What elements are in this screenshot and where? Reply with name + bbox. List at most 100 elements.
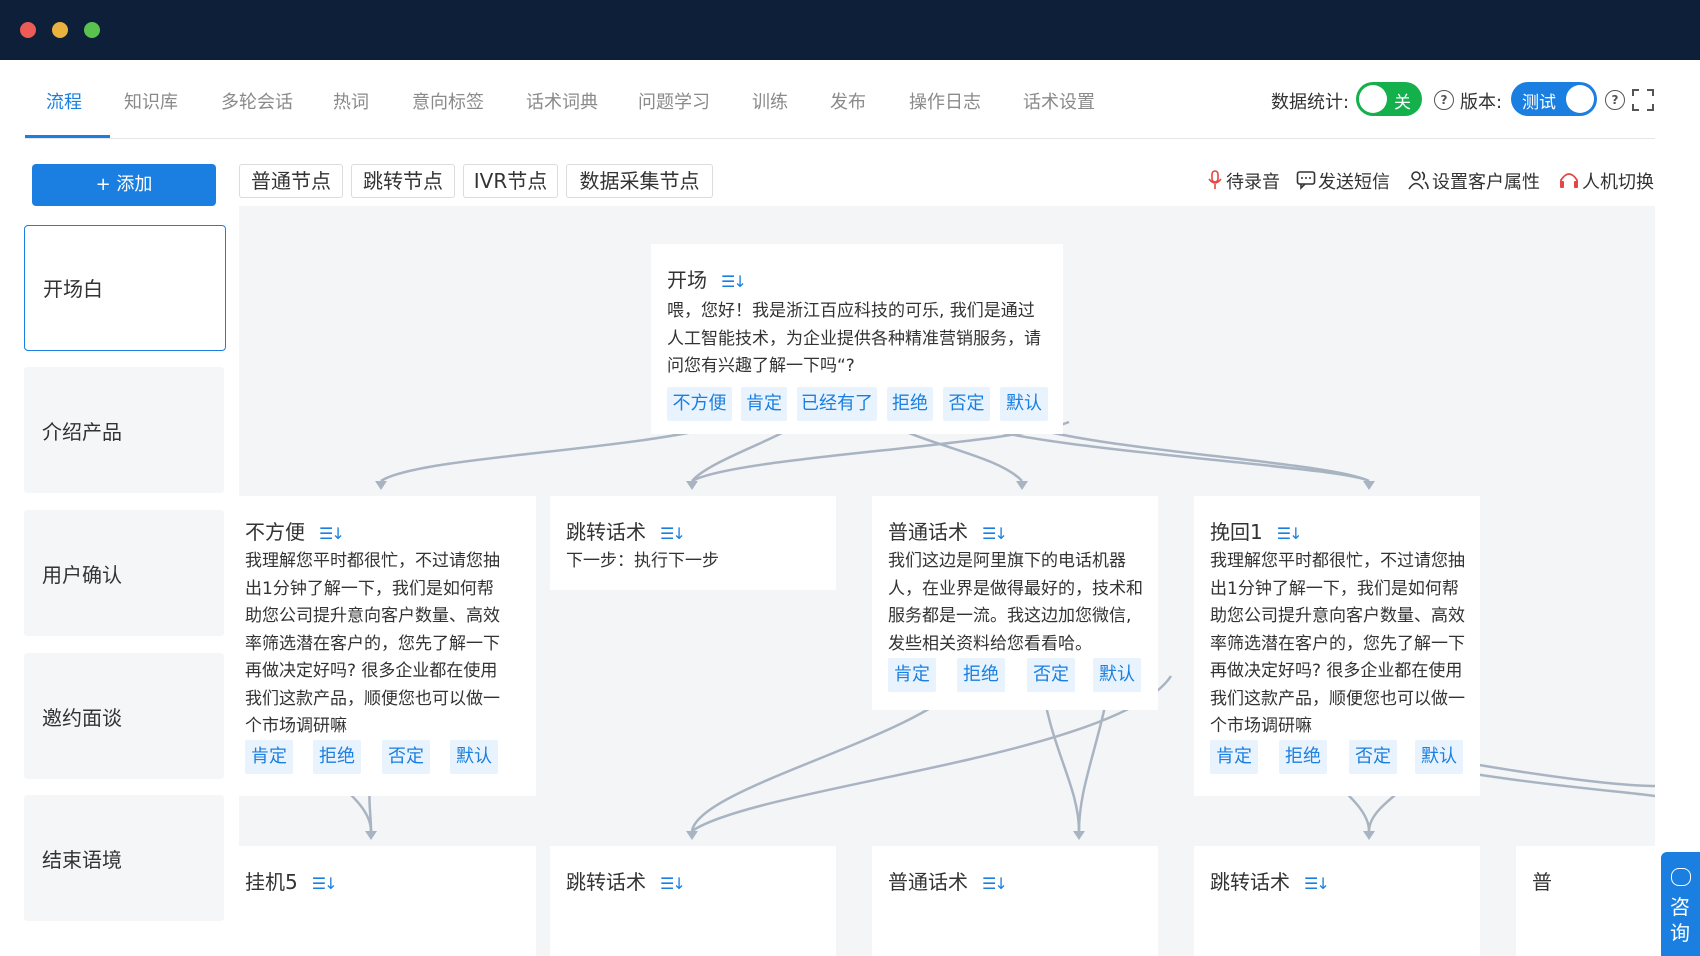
user-attribute-icon — [1408, 171, 1429, 190]
node-title-text: 开场 — [667, 268, 707, 292]
node-text-line: 服务都是一流。我这边加您微信, — [888, 606, 1132, 626]
node-title-text: 跳转话术 — [1210, 870, 1290, 894]
node-text-line: 我们这款产品，顺便您也可以做一 — [1210, 688, 1465, 709]
node-title-text: 挽回1 — [1210, 520, 1263, 544]
node-text-line: 我们这款产品，顺便您也可以做一 — [245, 688, 500, 709]
fullscreen-icon[interactable] — [1631, 88, 1655, 112]
sort-icon[interactable]: ☰↓ — [1304, 874, 1330, 893]
node-card-partial[interactable]: 普 — [1516, 846, 1655, 956]
branch-tag[interactable]: 肯定 — [741, 387, 787, 421]
minimize-window-icon[interactable] — [52, 22, 68, 38]
node-text-line: 我们这边是阿里旗下的电话机器 — [888, 551, 1126, 571]
node-text-line: 助您公司提升意向客户数量、高效 — [245, 606, 500, 626]
version-toggle-label: 测试 — [1522, 93, 1556, 113]
node-card-jump-script[interactable]: 跳转话术 ☰↓ 下一步：执行下一步 — [550, 496, 836, 590]
branch-tag[interactable]: 默认 — [450, 740, 498, 774]
node-card-jump-script[interactable]: 跳转话术 ☰↓ — [550, 846, 836, 956]
window-titlebar — [0, 0, 1700, 60]
node-text-line: 个市场调研嘛 — [245, 716, 347, 736]
branch-tag[interactable]: 已经有了 — [797, 387, 877, 421]
stage-label: 用户确认 — [42, 563, 122, 587]
stage-user-confirm[interactable]: 用户确认 — [24, 510, 224, 636]
pending-recording-link[interactable]: 待录音 — [1226, 168, 1280, 194]
node-title: 开场 ☰↓ — [667, 264, 747, 293]
node-card-normal-script[interactable]: 普通话术 ☰↓ 我们这边是阿里旗下的电话机器 人，在业界是做得最好的，技术和 服务… — [872, 496, 1158, 710]
ivr-node-button[interactable]: IVR节点 — [463, 164, 558, 198]
stage-label: 介绍产品 — [42, 420, 122, 444]
node-card-inconvenient[interactable]: 不方便 ☰↓ 我理解您平时都很忙，不过请您抽 出1分钟了解一下，我们是如何帮 助您… — [239, 496, 536, 796]
node-text-line: 出1分钟了解一下，我们是如何帮 — [1210, 578, 1459, 599]
sort-icon[interactable]: ☰↓ — [721, 272, 747, 291]
node-card-retain-1[interactable]: 挽回1 ☰↓ 我理解您平时都很忙，不过请您抽 出1分钟了解一下，我们是如何帮 助您… — [1194, 496, 1480, 796]
node-card-hangup-5[interactable]: 挂机5 ☰↓ — [239, 846, 536, 956]
version-label: 版本: — [1460, 92, 1503, 113]
node-title-text: 挂机5 — [245, 870, 298, 894]
branch-tag[interactable]: 肯定 — [888, 658, 936, 692]
help-icon[interactable]: ? — [1605, 90, 1625, 110]
node-title: 跳转话术 ☰↓ — [566, 516, 686, 545]
help-icon[interactable]: ? — [1434, 90, 1454, 110]
node-title-text: 普 — [1532, 870, 1552, 894]
tab-intent-tags[interactable]: 意向标签 — [412, 88, 484, 114]
branch-tag[interactable]: 肯定 — [245, 740, 293, 774]
sort-icon[interactable]: ☰↓ — [319, 524, 345, 543]
node-title: 普通话术 ☰↓ — [888, 866, 1008, 895]
branch-tag[interactable]: 拒绝 — [313, 740, 361, 774]
set-customer-attribute-link[interactable]: 设置客户属性 — [1432, 168, 1540, 194]
tab-training[interactable]: 训练 — [752, 88, 788, 114]
tab-flow[interactable]: 流程 — [46, 88, 82, 114]
version-toggle[interactable]: 测试 — [1511, 82, 1597, 116]
branch-tag[interactable]: 默认 — [1093, 658, 1141, 692]
branch-tag[interactable]: 否定 — [1027, 658, 1075, 692]
branch-tag[interactable]: 默认 — [1000, 387, 1048, 421]
jump-node-button[interactable]: 跳转节点 — [351, 164, 455, 198]
stats-toggle[interactable]: 关 — [1356, 82, 1422, 116]
normal-node-button[interactable]: 普通节点 — [239, 164, 343, 198]
node-content: 喂，您好！我是浙江百应科技的可乐, 我们是通过 人工智能技术，为企业提供各种精准… — [667, 298, 1041, 381]
tab-knowledge-base[interactable]: 知识库 — [124, 88, 178, 114]
stage-closing[interactable]: 结束语境 — [24, 795, 224, 921]
stage-introduce-product[interactable]: 介绍产品 — [24, 367, 224, 493]
stage-label: 开场白 — [43, 277, 103, 301]
sort-icon[interactable]: ☰↓ — [982, 524, 1008, 543]
branch-tag[interactable]: 否定 — [943, 387, 990, 421]
tab-hot-words[interactable]: 热词 — [333, 88, 369, 114]
branch-tag[interactable]: 拒绝 — [957, 658, 1005, 692]
consult-widget[interactable]: 咨询 — [1661, 852, 1700, 956]
tab-operation-log[interactable]: 操作日志 — [909, 88, 981, 114]
branch-tag[interactable]: 拒绝 — [887, 387, 933, 421]
stage-invite-meeting[interactable]: 邀约面谈 — [24, 653, 224, 779]
add-stage-button[interactable]: + 添加 — [32, 164, 216, 206]
close-window-icon[interactable] — [20, 22, 36, 38]
node-card-jump-script[interactable]: 跳转话术 ☰↓ — [1194, 846, 1480, 956]
tab-question-learning[interactable]: 问题学习 — [638, 88, 710, 114]
tab-script-settings[interactable]: 话术设置 — [1023, 88, 1095, 114]
sort-icon[interactable]: ☰↓ — [660, 874, 686, 893]
branch-tag[interactable]: 拒绝 — [1279, 740, 1327, 774]
tab-publish[interactable]: 发布 — [830, 88, 866, 114]
send-sms-link[interactable]: 发送短信 — [1318, 168, 1390, 194]
branch-tag[interactable]: 否定 — [382, 740, 430, 774]
tab-multi-turn[interactable]: 多轮会话 — [221, 88, 293, 114]
node-card-normal-script[interactable]: 普通话术 ☰↓ — [872, 846, 1158, 956]
branch-tag[interactable]: 肯定 — [1210, 740, 1258, 774]
stage-opening[interactable]: 开场白 — [24, 225, 226, 351]
node-text-line: 人，在业界是做得最好的，技术和 — [888, 578, 1143, 599]
node-card-opening[interactable]: 开场 ☰↓ 喂，您好！我是浙江百应科技的可乐, 我们是通过 人工智能技术，为企业提… — [651, 244, 1063, 434]
maximize-window-icon[interactable] — [84, 22, 100, 38]
data-collection-node-button[interactable]: 数据采集节点 — [566, 164, 713, 198]
node-text-line: 率筛选潜在客户的，您先了解一下 — [1210, 633, 1465, 654]
tab-script-dictionary[interactable]: 话术词典 — [526, 88, 598, 114]
stage-label: 邀约面谈 — [42, 706, 122, 730]
flow-canvas[interactable]: 开场 ☰↓ 喂，您好！我是浙江百应科技的可乐, 我们是通过 人工智能技术，为企业提… — [239, 206, 1655, 956]
node-title: 不方便 ☰↓ — [245, 516, 345, 545]
sort-icon[interactable]: ☰↓ — [660, 524, 686, 543]
branch-tag[interactable]: 不方便 — [667, 387, 732, 421]
sort-icon[interactable]: ☰↓ — [982, 874, 1008, 893]
branch-tag[interactable]: 默认 — [1415, 740, 1463, 774]
sort-icon[interactable]: ☰↓ — [312, 874, 338, 893]
sort-icon[interactable]: ☰↓ — [1277, 524, 1303, 543]
human-machine-switch-link[interactable]: 人机切换 — [1582, 168, 1654, 194]
branch-tag[interactable]: 否定 — [1349, 740, 1397, 774]
sms-icon — [1296, 171, 1316, 190]
